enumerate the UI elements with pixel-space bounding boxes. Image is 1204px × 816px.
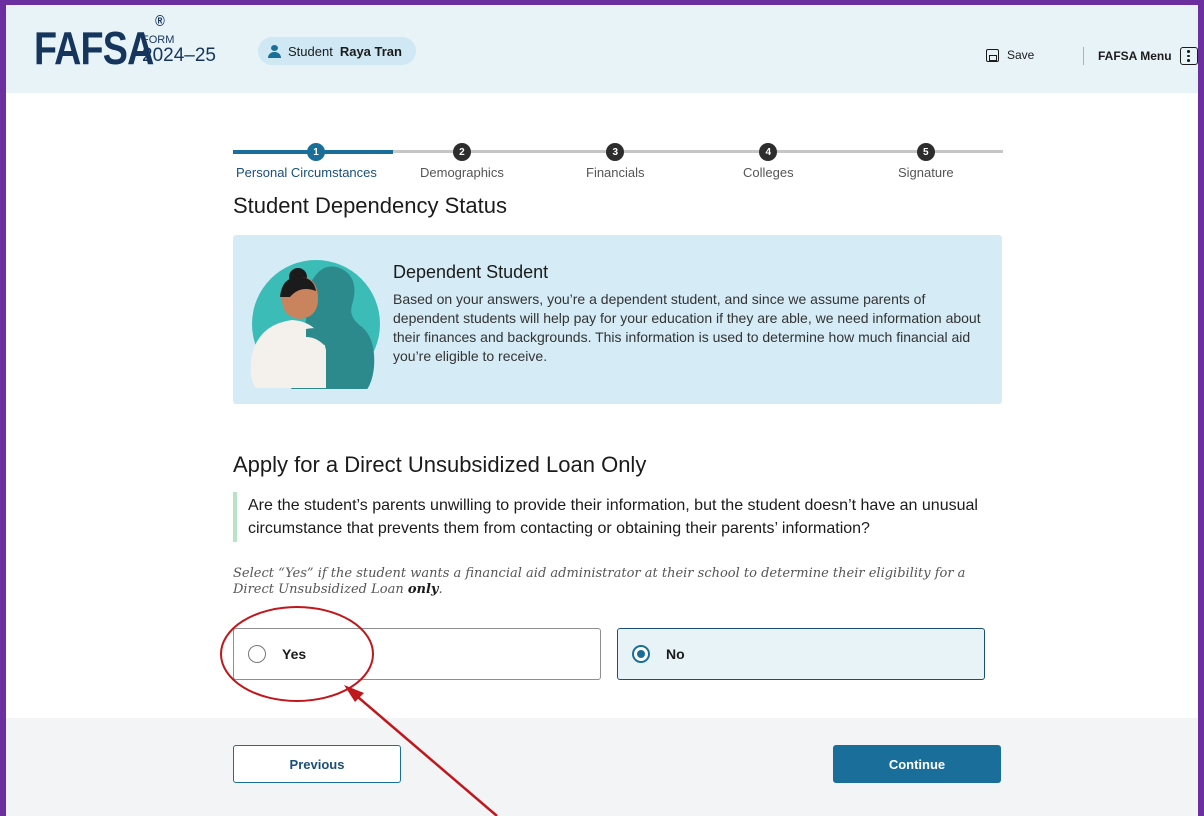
question-accent-bar bbox=[233, 492, 237, 542]
step-label: Signature bbox=[898, 165, 954, 180]
option-no[interactable]: No bbox=[617, 628, 985, 680]
dependent-student-illustration bbox=[250, 260, 380, 389]
radio-no[interactable] bbox=[632, 645, 650, 663]
question-hint: Select “Yes” if the student wants a fina… bbox=[233, 566, 993, 598]
fafsa-menu-button[interactable]: FAFSA Menu bbox=[1098, 47, 1198, 65]
save-label: Save bbox=[1007, 48, 1035, 62]
dependent-student-info-box: Dependent Student Based on your answers,… bbox=[233, 235, 1002, 404]
question-title: Apply for a Direct Unsubsidized Loan Onl… bbox=[233, 452, 647, 477]
footer-bar bbox=[6, 718, 1198, 816]
step-demographics: 2 Demographics bbox=[420, 112, 504, 180]
hint-emphasis: only bbox=[407, 582, 439, 597]
step-signature: 5 Signature bbox=[898, 112, 954, 180]
menu-label: FAFSA Menu bbox=[1098, 49, 1172, 63]
kebab-menu-icon bbox=[1179, 47, 1198, 65]
student-name: Raya Tran bbox=[339, 43, 402, 59]
step-number: 3 bbox=[606, 143, 625, 161]
step-number: 1 bbox=[307, 143, 325, 161]
student-prefix: Student bbox=[288, 43, 333, 59]
step-number: 4 bbox=[759, 143, 778, 161]
radio-yes[interactable] bbox=[248, 645, 266, 663]
header-divider bbox=[1083, 47, 1084, 65]
continue-button[interactable]: Continue bbox=[833, 745, 1001, 783]
student-icon bbox=[268, 44, 281, 58]
progress-stepper: 1 Personal Circumstances 2 Demographics … bbox=[233, 112, 1003, 180]
step-financials: 3 Financials bbox=[586, 112, 645, 180]
step-personal-circumstances: 1 Personal Circumstances bbox=[236, 112, 377, 180]
save-button[interactable]: Save bbox=[986, 48, 1034, 62]
step-number: 2 bbox=[452, 143, 471, 161]
step-label: Financials bbox=[586, 165, 645, 180]
step-label: Personal Circumstances bbox=[236, 165, 377, 180]
hint-end: . bbox=[438, 582, 443, 597]
form-year: 2024–25 bbox=[142, 45, 216, 66]
step-number: 5 bbox=[916, 143, 935, 161]
step-colleges: 4 Colleges bbox=[743, 112, 794, 180]
option-yes[interactable]: Yes bbox=[233, 628, 601, 680]
question-text: Are the student’s parents unwilling to p… bbox=[248, 497, 978, 537]
info-text: Based on your answers, you’re a dependen… bbox=[393, 291, 981, 364]
page-title: Student Dependency Status bbox=[233, 193, 507, 218]
save-icon bbox=[986, 48, 999, 62]
step-label: Demographics bbox=[420, 165, 504, 180]
step-label: Colleges bbox=[743, 165, 794, 180]
option-yes-label: Yes bbox=[282, 646, 307, 662]
option-no-label: No bbox=[666, 646, 685, 662]
previous-button[interactable]: Previous bbox=[233, 745, 401, 783]
info-title: Dependent Student bbox=[393, 262, 549, 282]
hint-text: Select “Yes” if the student wants a fina… bbox=[233, 566, 966, 597]
student-badge: Student Raya Tran bbox=[258, 37, 416, 65]
